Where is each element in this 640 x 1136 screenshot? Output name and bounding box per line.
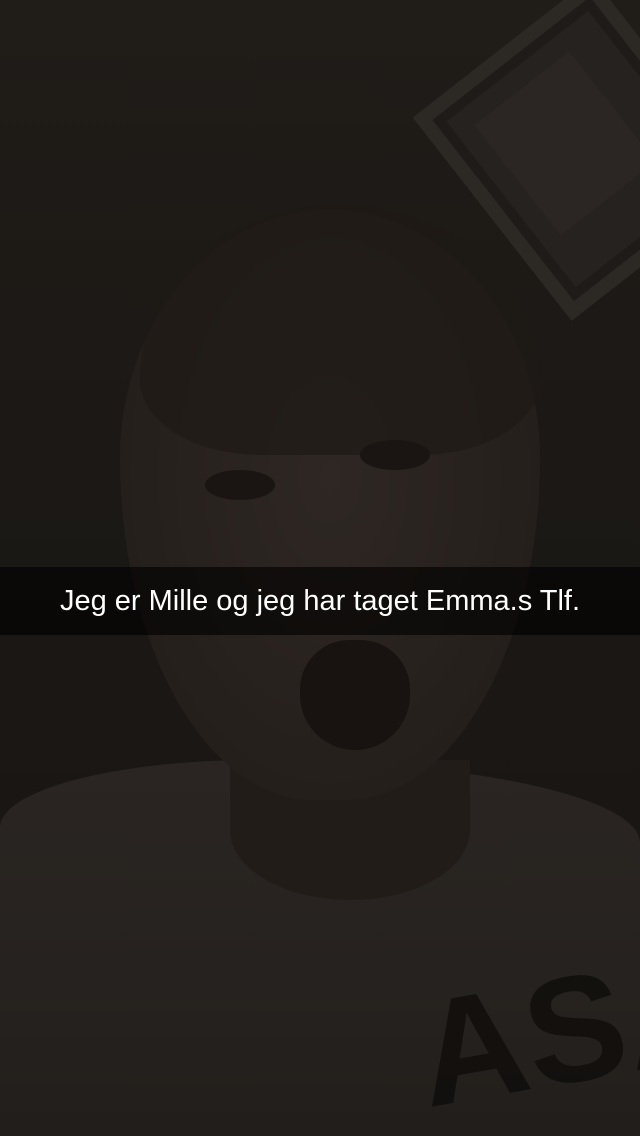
person-left-eye bbox=[205, 470, 275, 500]
snap-photo-view[interactable]: ASA Jeg er Mille og jeg har taget Emma.s… bbox=[0, 0, 640, 1136]
wall-picture bbox=[474, 51, 640, 236]
shirt-print-text: ASA bbox=[404, 918, 640, 1136]
caption-text: Jeg er Mille og jeg har taget Emma.s Tlf… bbox=[59, 585, 581, 617]
person-mouth bbox=[300, 640, 410, 750]
person-right-eye bbox=[360, 440, 430, 470]
caption-bar[interactable]: Jeg er Mille og jeg har taget Emma.s Tlf… bbox=[0, 567, 640, 635]
